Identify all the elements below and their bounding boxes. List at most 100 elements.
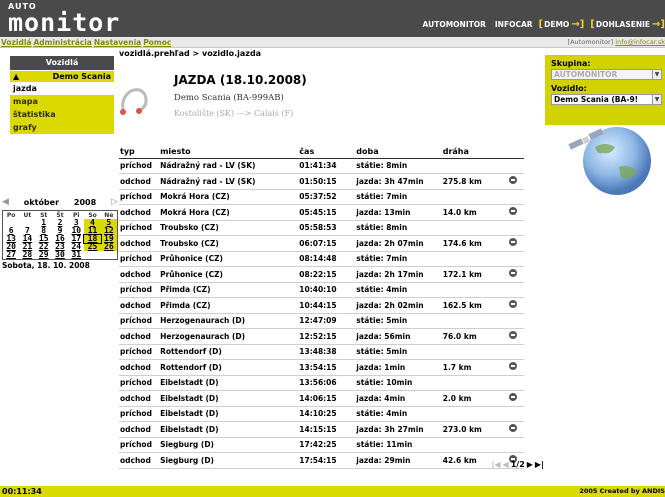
calendar-day[interactable]: 29: [36, 251, 52, 259]
pager-last-icon[interactable]: ▶|: [535, 460, 544, 469]
cell-typ: príchod: [119, 282, 160, 298]
cell-map: [500, 189, 524, 205]
cell-doba: státie: 7min: [355, 189, 442, 205]
table-row: príchod Eibelstadt (D) 14:10:25 státie: 4mi…: [119, 406, 524, 422]
calendar-header: ◀ október 2008 ▷: [2, 196, 118, 208]
cell-draha: [441, 344, 501, 360]
calendar: ◀ október 2008 ▷ Po Ut St Št Pi So Ne 12345678…: [2, 196, 118, 270]
sidebar-item-statistika[interactable]: štatistika: [10, 108, 114, 121]
map-icon[interactable]: [508, 424, 517, 433]
table-row: odchod Troubsko (CZ) 06:07:15 jazda: 2h 07m…: [119, 235, 524, 252]
calendar-week: 27 28 29 30 31: [3, 251, 117, 259]
map-icon[interactable]: [508, 207, 517, 216]
cell-draha: 172.1 km: [441, 266, 501, 283]
user-name: [Automonitor]: [567, 38, 614, 46]
cell-draha: 174.6 km: [441, 235, 501, 252]
trip-vehicle: Demo Scania (BA-999AB): [174, 93, 284, 103]
cell-miesto: Siegburg (D): [159, 452, 299, 469]
cell-doba: jazda: 13min: [355, 204, 442, 221]
column-header-cas[interactable]: čas: [298, 145, 356, 159]
map-icon[interactable]: [508, 362, 517, 371]
calendar-day[interactable]: 27: [3, 251, 19, 259]
calendar-next-icon[interactable]: ▷: [111, 197, 118, 207]
pager-prev-icon: ◀: [502, 460, 509, 469]
menu-nastavenia[interactable]: Nastavenia: [94, 37, 141, 48]
table-row: príchod Průhonice (CZ) 08:14:48 státie: 7mi…: [119, 251, 524, 267]
menu-bar: Vozidlá Administrácia Nastavenia Pomoc […: [0, 37, 665, 48]
cell-map: [500, 158, 524, 174]
nav-infocar-link[interactable]: INFOCAR: [495, 20, 533, 29]
user-email-link[interactable]: info@infocar.sk: [615, 38, 665, 46]
cell-map: [500, 344, 524, 360]
cell-draha: [441, 437, 501, 453]
column-header-draha[interactable]: dráha: [441, 145, 501, 159]
map-icon[interactable]: [508, 269, 517, 278]
map-icon[interactable]: [508, 176, 517, 185]
calendar-grid: Po Ut St Št Pi So Ne 1 2 3 4 5 6 7 8 9 10 11 12 13 14 15 16 17…: [2, 210, 118, 260]
cell-typ: príchod: [119, 344, 160, 360]
arrow-right-icon: →]: [571, 18, 585, 30]
cell-typ: príchod: [119, 251, 160, 267]
cell-draha: [441, 282, 501, 298]
calendar-prev-icon[interactable]: ◀: [2, 197, 9, 207]
cell-miesto: Eibelstadt (D): [159, 375, 299, 391]
demo-link[interactable]: DEMO: [544, 20, 569, 29]
login-link[interactable]: DOHLASENIE: [596, 20, 650, 29]
map-icon[interactable]: [508, 238, 517, 247]
footer: 00:11:34 2005 Created by ANDIS: [0, 486, 665, 497]
cell-cas: 08:22:15: [298, 266, 356, 283]
menu-vozidla[interactable]: Vozidlá: [1, 37, 31, 48]
cell-typ: odchod: [119, 297, 160, 314]
cell-map: [500, 173, 524, 190]
cell-cas: 17:42:25: [298, 437, 356, 453]
column-header-miesto[interactable]: miesto: [159, 145, 299, 159]
calendar-day[interactable]: 28: [19, 251, 35, 259]
cell-cas: 06:07:15: [298, 235, 356, 252]
calendar-day[interactable]: 25: [84, 243, 101, 251]
cell-typ: príchod: [119, 406, 160, 422]
calendar-day[interactable]: 31: [68, 251, 84, 259]
cell-doba: jazda: 2h 02min: [355, 297, 442, 314]
cell-typ: odchod: [119, 452, 160, 469]
map-icon[interactable]: [508, 300, 517, 309]
sidebar-item-grafy[interactable]: grafy: [10, 121, 114, 134]
column-header-typ[interactable]: typ: [119, 145, 160, 159]
cell-map: [500, 251, 524, 267]
globe-satellite-icon: [568, 127, 651, 195]
pager-next-icon[interactable]: ▶: [527, 460, 533, 469]
table-row: príchod Herzogenaurach (D) 12:47:09 státie:…: [119, 313, 524, 329]
cell-miesto: Herzogenaurach (D): [159, 313, 299, 329]
logo-big-text: monitor: [8, 8, 121, 37]
cell-typ: odchod: [119, 204, 160, 221]
cell-typ: príchod: [119, 189, 160, 205]
cell-miesto: Rottendorf (D): [159, 344, 299, 360]
cell-doba: jazda: 1min: [355, 359, 442, 376]
sidebar-item-mapa[interactable]: mapa: [10, 95, 114, 108]
cell-draha: [441, 220, 501, 236]
menu-pomoc[interactable]: Pomoc: [143, 37, 171, 48]
cell-draha: 76.0 km: [441, 328, 501, 345]
group-select: AUTOMONITOR ▼: [551, 69, 662, 80]
group-select-value: AUTOMONITOR: [554, 70, 618, 79]
cell-map: [500, 359, 524, 376]
cell-draha: 275.8 km: [441, 173, 501, 190]
trip-route: Kostolište (SK) ---> Calais (F): [174, 109, 294, 118]
cell-draha: 14.0 km: [441, 204, 501, 221]
table-header-row: typ miesto čas doba dráha: [119, 145, 524, 159]
automonitor-logo[interactable]: AUTO monitor: [8, 2, 120, 35]
cell-miesto: Eibelstadt (D): [159, 390, 299, 407]
vehicle-select[interactable]: Demo Scania (BA-9! ▼: [551, 94, 662, 105]
nav-automonitor-link[interactable]: AUTOMONITOR: [423, 20, 486, 29]
sidebar-item-jazda[interactable]: jazda: [10, 82, 114, 95]
calendar-day[interactable]: 26: [100, 243, 117, 251]
map-icon[interactable]: [508, 393, 517, 402]
calendar-day[interactable]: 30: [52, 251, 68, 259]
menu-administracia[interactable]: Administrácia: [33, 37, 91, 48]
cell-cas: 01:41:34: [298, 158, 356, 174]
cell-cas: 12:52:15: [298, 328, 356, 345]
cell-miesto: Siegburg (D): [159, 437, 299, 453]
column-header-doba[interactable]: doba: [355, 145, 442, 159]
map-icon[interactable]: [508, 331, 517, 340]
cell-miesto: Průhonice (CZ): [159, 266, 299, 283]
vehicle-selector[interactable]: ▲ Demo Scania: [10, 71, 114, 82]
